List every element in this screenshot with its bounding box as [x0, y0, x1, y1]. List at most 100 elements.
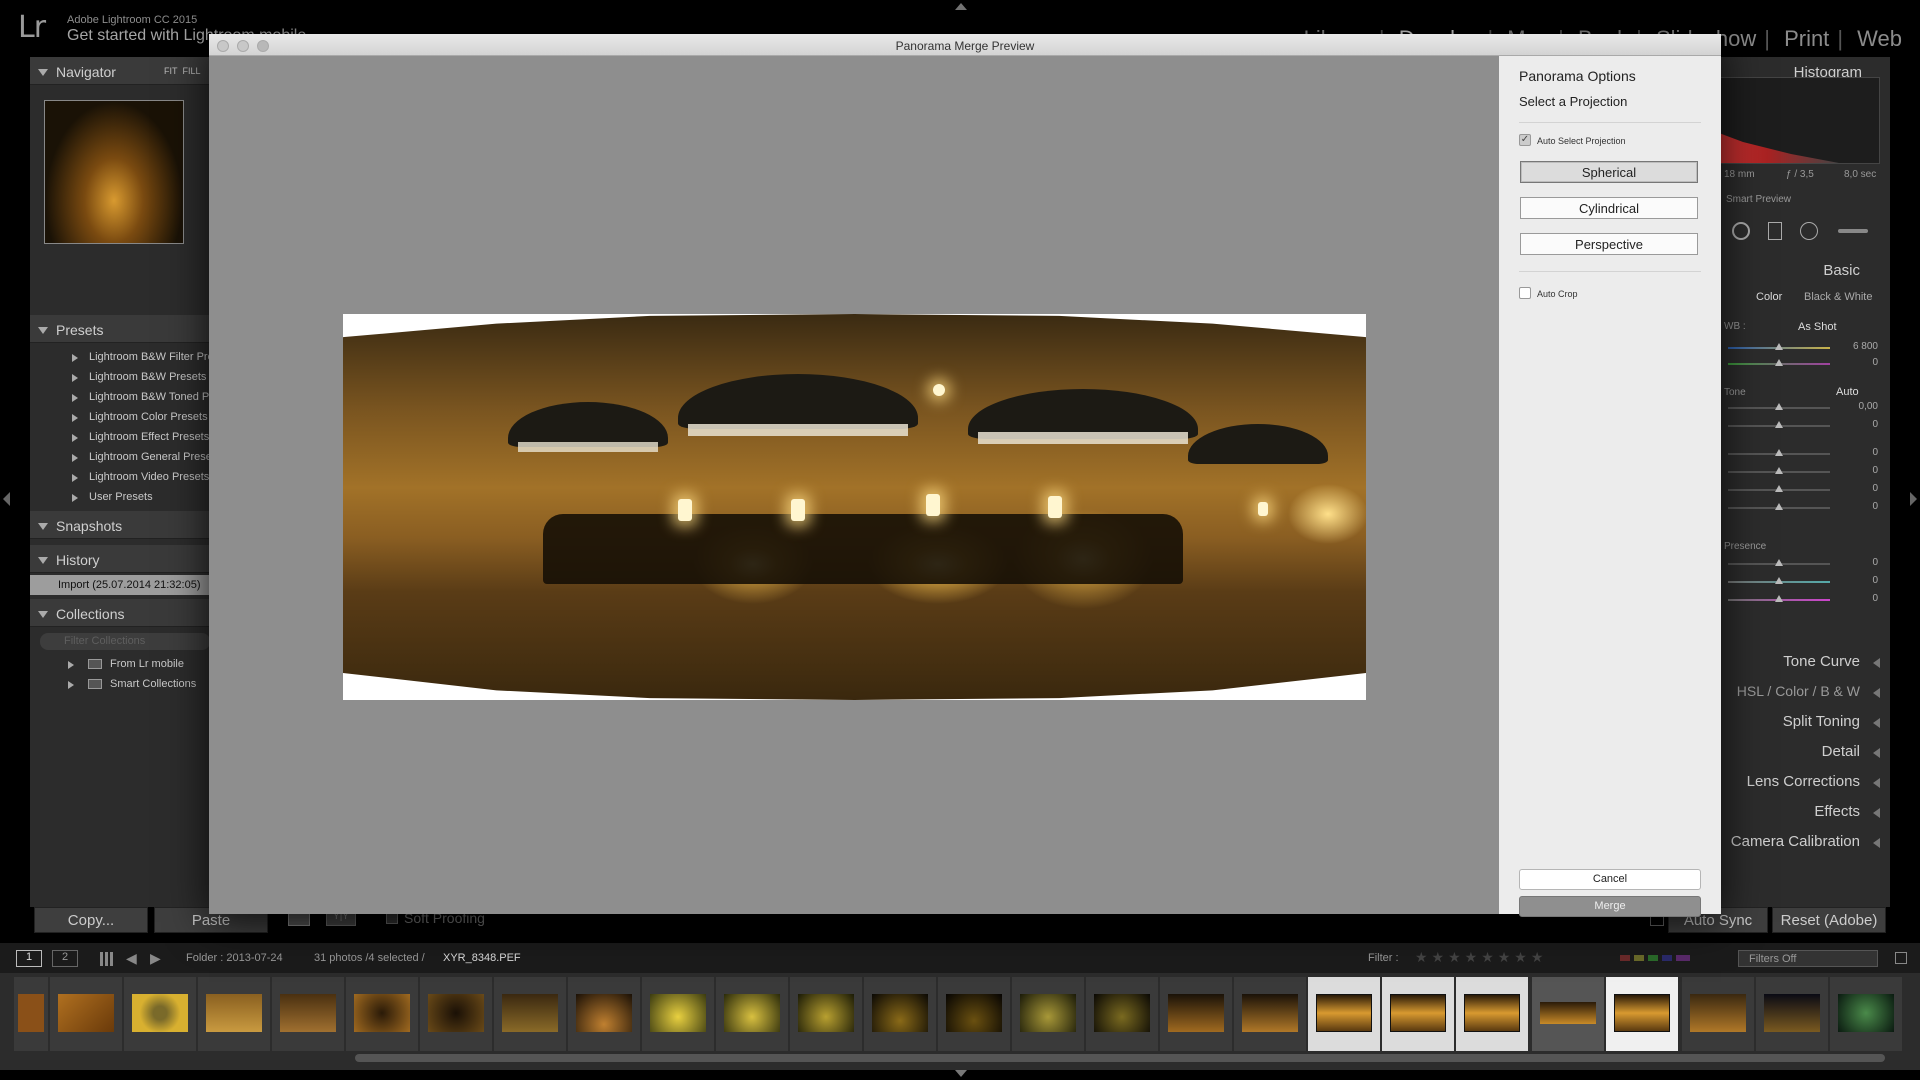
whites-slider[interactable] [1728, 485, 1830, 492]
navigator-zoom-options[interactable]: FIT FILL [164, 66, 201, 76]
camera-calibration-header[interactable]: Camera Calibration [1718, 828, 1890, 858]
filmstrip-thumb[interactable] [568, 977, 640, 1051]
module-print[interactable]: Print [1784, 26, 1829, 51]
graduated-filter-icon[interactable] [1768, 222, 1782, 240]
filmstrip-thumb[interactable] [642, 977, 714, 1051]
preset-folder[interactable]: User Presets [30, 487, 210, 507]
filmstrip-thumb[interactable] [1234, 977, 1306, 1051]
collection-set[interactable]: Smart Collections [30, 674, 210, 694]
zoom-fill[interactable]: FILL [183, 66, 201, 76]
grid-icon[interactable] [100, 952, 114, 966]
clarity-slider[interactable] [1728, 559, 1830, 566]
blacks-slider[interactable] [1728, 503, 1830, 510]
preset-folder[interactable]: Lightroom Effect Presets [30, 427, 210, 447]
dialog-title-bar[interactable]: Panorama Merge Preview [209, 34, 1721, 56]
back-arrow-icon[interactable]: ◀ [126, 950, 137, 967]
spot-removal-icon[interactable] [1732, 222, 1750, 240]
vibrance-slider[interactable] [1728, 577, 1830, 584]
filmstrip-thumb[interactable] [716, 977, 788, 1051]
filmstrip-thumb-selected[interactable] [1456, 977, 1528, 1051]
filmstrip-thumb[interactable] [938, 977, 1010, 1051]
navigator-preview-image[interactable] [44, 100, 184, 244]
effects-header[interactable]: Effects [1718, 798, 1890, 828]
contrast-slider[interactable] [1728, 421, 1830, 428]
filmstrip-thumb[interactable] [1830, 977, 1902, 1051]
filter-collections-input[interactable]: Filter Collections [40, 633, 210, 650]
navigator-header[interactable]: Navigator FIT FILL [30, 57, 210, 85]
collection-set[interactable]: From Lr mobile [30, 654, 210, 674]
preset-folder[interactable]: Lightroom General Presets [30, 447, 210, 467]
filmstrip-thumb[interactable] [1012, 977, 1084, 1051]
right-panel-toggle-icon[interactable] [1910, 492, 1917, 506]
filmstrip-thumb[interactable] [198, 977, 270, 1051]
auto-crop-checkbox[interactable] [1519, 287, 1531, 299]
copy-settings-button[interactable]: Copy... [34, 907, 148, 933]
histogram-header[interactable]: Histogram [1718, 57, 1890, 81]
filmstrip-thumb[interactable] [1682, 977, 1754, 1051]
rating-filter[interactable]: ★★★★★★★★ [1415, 949, 1547, 966]
collections-header[interactable]: Collections [30, 599, 210, 627]
basic-header[interactable]: Basic [1718, 257, 1890, 283]
shadows-slider[interactable] [1728, 467, 1830, 474]
treatment-color[interactable]: Color [1756, 291, 1782, 303]
adjustment-brush-icon[interactable] [1838, 229, 1868, 233]
current-filename[interactable]: XYR_8348.PEF [443, 952, 521, 964]
tone-auto-button[interactable]: Auto [1836, 386, 1859, 398]
filmstrip-thumb[interactable] [346, 977, 418, 1051]
temp-slider[interactable] [1728, 343, 1830, 350]
filmstrip-thumb[interactable] [124, 977, 196, 1051]
module-web[interactable]: Web [1857, 26, 1902, 51]
color-tab[interactable]: Color [1775, 683, 1808, 699]
filmstrip-thumb-selected[interactable] [1382, 977, 1454, 1051]
primary-window-button[interactable]: 1 [16, 950, 42, 967]
top-panel-toggle-icon[interactable] [955, 3, 967, 10]
preset-folder[interactable]: Lightroom Color Presets [30, 407, 210, 427]
left-panel-toggle-icon[interactable] [3, 492, 10, 506]
filmstrip-scrollbar[interactable] [355, 1054, 1885, 1062]
close-icon[interactable] [217, 40, 229, 52]
cylindrical-button[interactable]: Cylindrical [1520, 197, 1698, 219]
history-header[interactable]: History [30, 545, 210, 573]
presets-header[interactable]: Presets [30, 315, 210, 343]
perspective-button[interactable]: Perspective [1520, 233, 1698, 255]
preset-folder[interactable]: Lightroom Video Presets [30, 467, 210, 487]
detail-header[interactable]: Detail [1718, 738, 1890, 768]
filter-preset-select[interactable]: Filters Off [1738, 950, 1878, 967]
filmstrip-thumb[interactable] [1160, 977, 1232, 1051]
filmstrip-thumb[interactable] [864, 977, 936, 1051]
preset-folder[interactable]: Lightroom B&W Presets [30, 367, 210, 387]
filmstrip-thumb[interactable] [272, 977, 344, 1051]
auto-select-projection-checkbox[interactable]: ✓ [1519, 134, 1531, 146]
filmstrip-thumb[interactable] [50, 977, 122, 1051]
exposure-slider[interactable] [1728, 403, 1830, 410]
filmstrip-thumb-selected[interactable] [1308, 977, 1380, 1051]
tint-slider[interactable] [1728, 359, 1830, 366]
filmstrip-thumb[interactable] [14, 977, 48, 1051]
filmstrip-thumb[interactable] [1086, 977, 1158, 1051]
tone-curve-header[interactable]: Tone Curve [1718, 648, 1890, 678]
minimize-icon[interactable] [237, 40, 249, 52]
history-item[interactable]: Import (25.07.2014 21:32:05) [30, 575, 210, 595]
filmstrip-thumb[interactable] [1532, 977, 1604, 1051]
forward-arrow-icon[interactable]: ▶ [150, 950, 161, 967]
filmstrip-thumb[interactable] [494, 977, 566, 1051]
filmstrip-thumb[interactable] [420, 977, 492, 1051]
lens-corrections-header[interactable]: Lens Corrections [1718, 768, 1890, 798]
split-toning-header[interactable]: Split Toning [1718, 708, 1890, 738]
radial-filter-icon[interactable] [1800, 222, 1818, 240]
highlights-slider[interactable] [1728, 449, 1830, 456]
filter-lock-icon[interactable] [1895, 952, 1907, 964]
spherical-button[interactable]: Spherical [1520, 161, 1698, 183]
cancel-button[interactable]: Cancel [1519, 869, 1701, 890]
color-label-filter[interactable] [1620, 955, 1690, 961]
bw-tab[interactable]: B & W [1820, 683, 1860, 699]
folder-source[interactable]: Folder : 2013-07-24 [186, 952, 283, 964]
zoom-fit[interactable]: FIT [164, 66, 178, 76]
snapshots-header[interactable]: Snapshots [30, 511, 210, 539]
saturation-slider[interactable] [1728, 595, 1830, 602]
secondary-window-button[interactable]: 2 [52, 950, 78, 967]
filmstrip-thumb-active[interactable] [1606, 977, 1678, 1051]
merge-button[interactable]: Merge [1519, 896, 1701, 917]
bottom-panel-toggle-icon[interactable] [955, 1070, 967, 1077]
preset-folder[interactable]: Lightroom B&W Toned Presets [30, 387, 210, 407]
